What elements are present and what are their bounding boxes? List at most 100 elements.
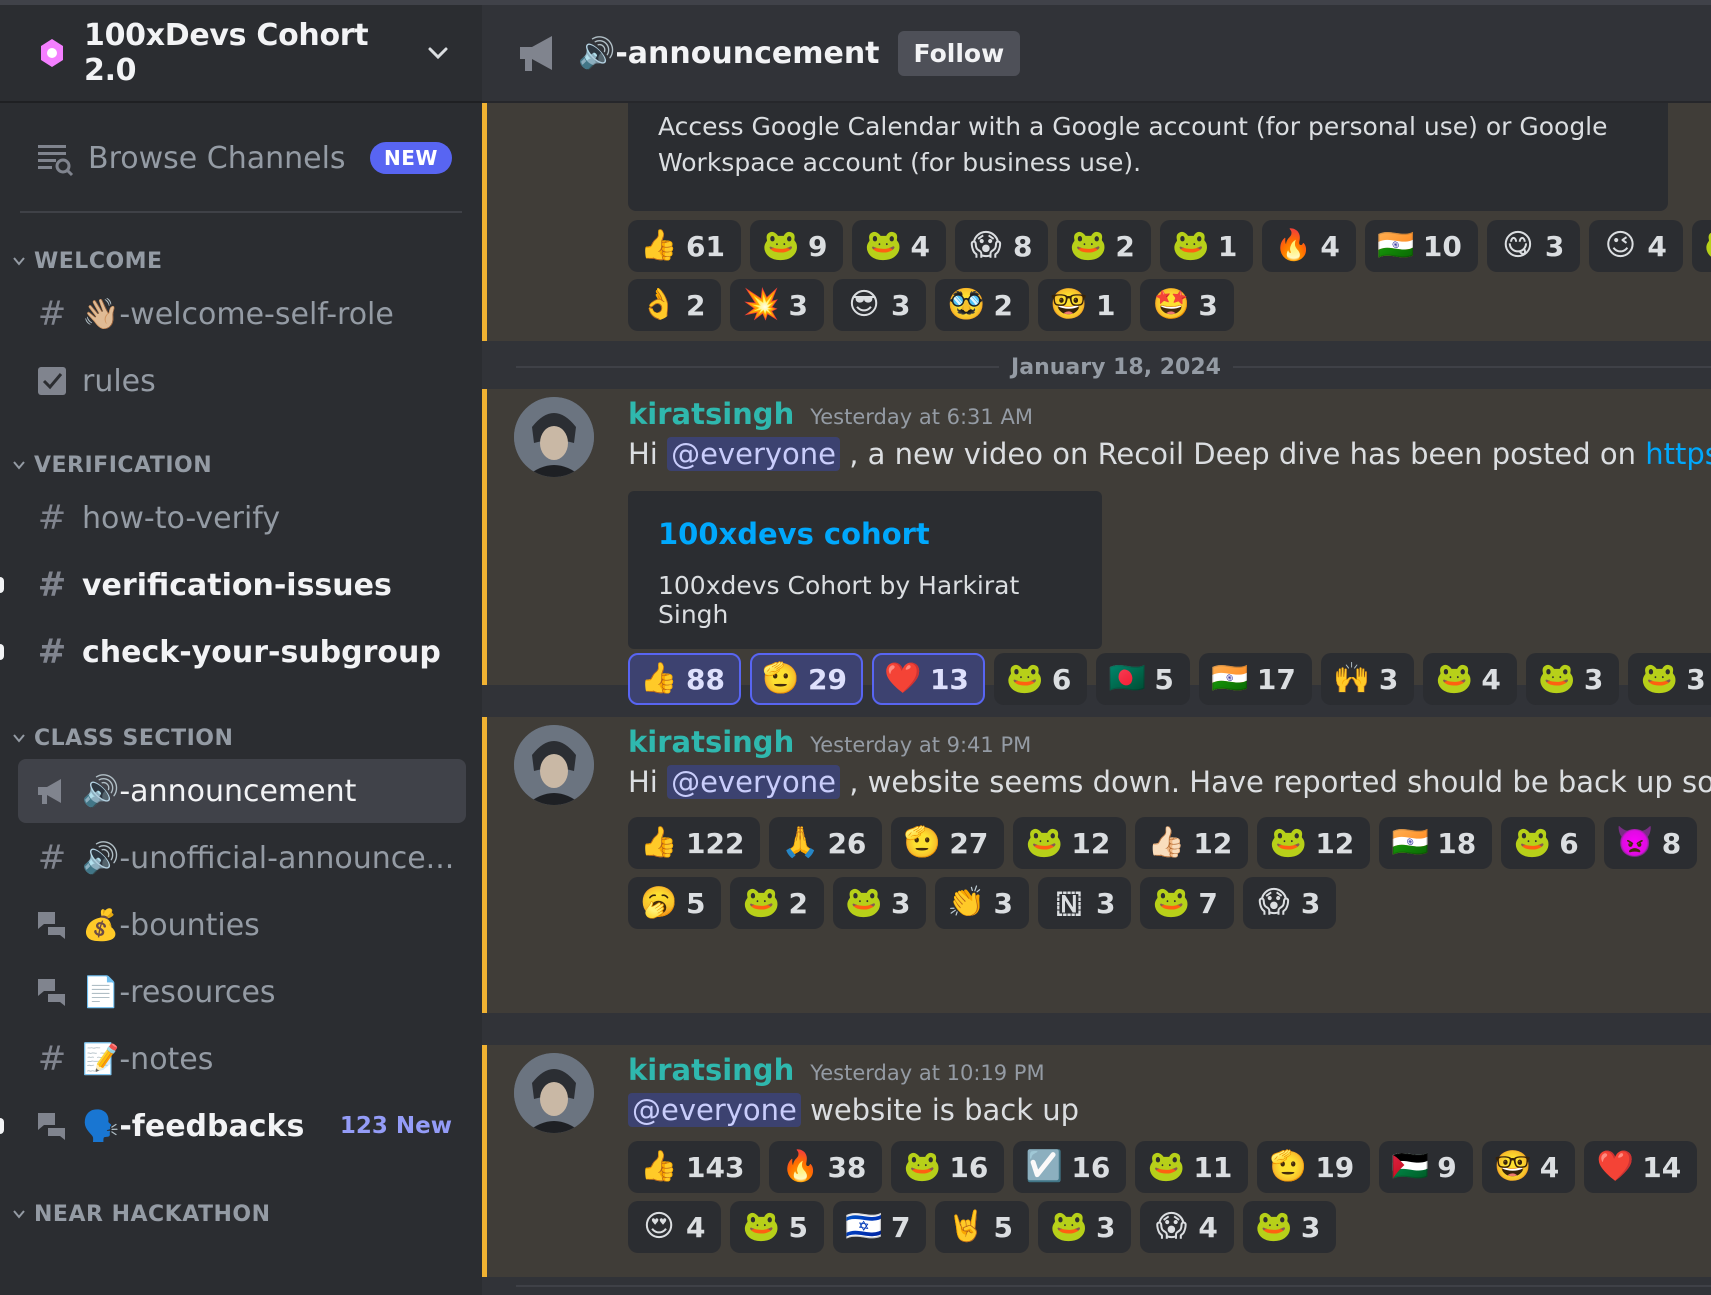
reaction[interactable]: 🫡 29 [749, 653, 863, 705]
reaction[interactable]: ❤️ 13 [871, 653, 985, 705]
reaction[interactable]: 😍 4 [628, 1201, 722, 1253]
category-class-section[interactable]: CLASS SECTION [0, 720, 482, 756]
reaction[interactable]: 🐸2 [730, 877, 824, 929]
avatar[interactable] [514, 397, 594, 477]
mention-everyone[interactable]: @everyone [628, 1093, 801, 1127]
reaction[interactable]: 🤘 5 [935, 1201, 1029, 1253]
reaction[interactable]: 🫡 19 [1257, 1141, 1371, 1193]
avatar[interactable] [514, 1053, 594, 1133]
reaction[interactable]: ☑️ 16 [1013, 1141, 1127, 1193]
reaction[interactable]: 🐸 4 [852, 220, 946, 272]
reaction[interactable]: 🥱 5 [628, 877, 722, 929]
reaction[interactable]: 😱 8 [954, 220, 1049, 272]
message-3[interactable]: kiratsingh Yesterday at 10:19 PM @everyo… [482, 1045, 1711, 1277]
reaction[interactable]: 🇵🇸 9 [1379, 1141, 1473, 1193]
reaction[interactable]: 🙏 26 [769, 817, 883, 869]
reaction[interactable]: 🐸 12 [1257, 817, 1371, 869]
timestamp: Yesterday at 9:41 PM [810, 733, 1032, 757]
palestine-flag-icon: 🇵🇸 [1391, 1149, 1429, 1184]
embed-title[interactable]: 100xdevs cohort [658, 517, 1072, 551]
reaction[interactable]: 🙌 3 [1320, 653, 1415, 705]
category-near-hackathon[interactable]: NEAR HACKATHON [0, 1196, 482, 1232]
avatar[interactable] [514, 725, 594, 805]
reaction[interactable]: 🤓 4 [1481, 1141, 1576, 1193]
message-previous: Access Google Calendar with a Google acc… [482, 103, 1711, 341]
reaction[interactable]: 🐸 3 [1525, 653, 1620, 705]
reaction[interactable]: 😱 3 [1242, 877, 1337, 929]
heart-icon: ❤️ [884, 661, 922, 696]
reaction[interactable]: 👍 143 [628, 1141, 761, 1193]
message-1[interactable]: kiratsingh Yesterday at 6:31 AM Hi @ever… [482, 389, 1711, 705]
reaction[interactable]: 👍 122 [628, 817, 761, 869]
reaction[interactable]: 🐸2 [1691, 220, 1711, 272]
raised-hands-icon: 🙌 [1333, 661, 1371, 696]
reaction[interactable]: 🔥 4 [1262, 220, 1356, 272]
reaction[interactable]: 🐸 3 [1628, 653, 1711, 705]
channel-unofficial-announcement[interactable]: # 🔊-unofficial-announce... [18, 826, 466, 890]
message-list[interactable]: Access Google Calendar with a Google acc… [482, 103, 1711, 1295]
reaction[interactable]: 🇮🇱 7 [832, 1201, 927, 1253]
reaction[interactable]: 🤓 1 [1037, 279, 1132, 331]
author-name[interactable]: kiratsingh [628, 725, 794, 759]
mention-everyone[interactable]: @everyone [667, 765, 840, 799]
reaction[interactable]: 🇮🇳 10 [1364, 220, 1478, 272]
reaction[interactable]: 🇮🇳 18 [1379, 817, 1493, 869]
reaction[interactable]: 🐸 12 [1013, 817, 1127, 869]
channel-check-your-subgroup[interactable]: # check-your-subgroup [0, 620, 466, 684]
reaction[interactable]: 🇧🇩 5 [1096, 653, 1190, 705]
reaction[interactable]: 😎 3 [832, 279, 927, 331]
reaction[interactable]: 💥 3 [730, 279, 824, 331]
reaction[interactable]: 🔥 38 [769, 1141, 883, 1193]
reaction[interactable]: 🐸 4 [1423, 653, 1517, 705]
reaction[interactable]: 👿 8 [1603, 817, 1698, 869]
reaction[interactable]: 👏 3 [935, 877, 1029, 929]
reaction[interactable]: 👌 2 [628, 279, 722, 331]
reaction[interactable]: 🤩 3 [1140, 279, 1234, 331]
reaction[interactable]: 🥸 2 [935, 279, 1029, 331]
reaction[interactable]: 👍 61 [628, 220, 741, 272]
reaction[interactable]: 🐸 3 [1037, 1201, 1132, 1253]
channel-bounties[interactable]: 💰-bounties [18, 893, 466, 957]
reaction[interactable]: 🇮🇳 17 [1198, 653, 1312, 705]
channel-announcement[interactable]: 🔊-announcement [18, 759, 466, 823]
message-link[interactable]: https://app [1645, 437, 1711, 471]
channel-notes[interactable]: # 📝-notes [18, 1027, 466, 1091]
channel-how-to-verify[interactable]: # how-to-verify [18, 486, 466, 550]
reaction[interactable]: 🐸 6 [1501, 817, 1595, 869]
channel-welcome-self-role[interactable]: # 👋🏼-welcome-self-role [18, 282, 466, 346]
message-2[interactable]: kiratsingh Yesterday at 9:41 PM Hi @ever… [482, 717, 1711, 1013]
reaction[interactable]: 👍🏻 12 [1135, 817, 1249, 869]
server-header[interactable]: 100xDevs Cohort 2.0 [0, 5, 482, 103]
reaction[interactable]: 🐸 3 [1242, 1201, 1337, 1253]
message-content: Hi @everyone , website seems down. Have … [628, 765, 1711, 799]
link-embed[interactable]: Access Google Calendar with a Google acc… [628, 103, 1668, 211]
reaction[interactable]: 🫡 27 [891, 817, 1005, 869]
channel-feedbacks[interactable]: 🗣️-feedbacks 123 New [0, 1094, 466, 1158]
mention-everyone[interactable]: @everyone [667, 437, 840, 471]
reaction[interactable]: 😋 3 [1486, 220, 1581, 272]
chevron-down-icon[interactable] [424, 39, 452, 67]
reaction[interactable]: 🐸 1 [1159, 220, 1254, 272]
reaction[interactable]: 😉 4 [1589, 220, 1683, 272]
channel-verification-issues[interactable]: # verification-issues [0, 553, 466, 617]
reaction[interactable]: 🐸2 [1057, 220, 1151, 272]
reaction[interactable]: 🐸 3 [832, 877, 927, 929]
reaction[interactable]: 🐸 9 [749, 220, 844, 272]
reaction[interactable]: 🐸 11 [1135, 1141, 1249, 1193]
reaction[interactable]: 🐸 7 [1140, 877, 1234, 929]
reaction[interactable]: 🐸 5 [730, 1201, 824, 1253]
reaction[interactable]: 😱 4 [1140, 1201, 1234, 1253]
author-name[interactable]: kiratsingh [628, 397, 794, 431]
browse-channels-button[interactable]: Browse Channels NEW [0, 105, 482, 211]
reaction[interactable]: 🇳 3 [1037, 877, 1132, 929]
channel-rules[interactable]: rules [18, 349, 466, 413]
category-welcome[interactable]: WELCOME [0, 243, 482, 279]
author-name[interactable]: kiratsingh [628, 1053, 794, 1087]
category-verification[interactable]: VERIFICATION [0, 447, 482, 483]
reaction[interactable]: ❤️ 14 [1584, 1141, 1698, 1193]
reaction[interactable]: 👍 88 [628, 653, 741, 705]
channel-resources[interactable]: 📄-resources [18, 960, 466, 1024]
reaction[interactable]: 🐸 16 [891, 1141, 1005, 1193]
follow-button[interactable]: Follow [897, 30, 1021, 76]
reaction[interactable]: 🐸 6 [993, 653, 1088, 705]
